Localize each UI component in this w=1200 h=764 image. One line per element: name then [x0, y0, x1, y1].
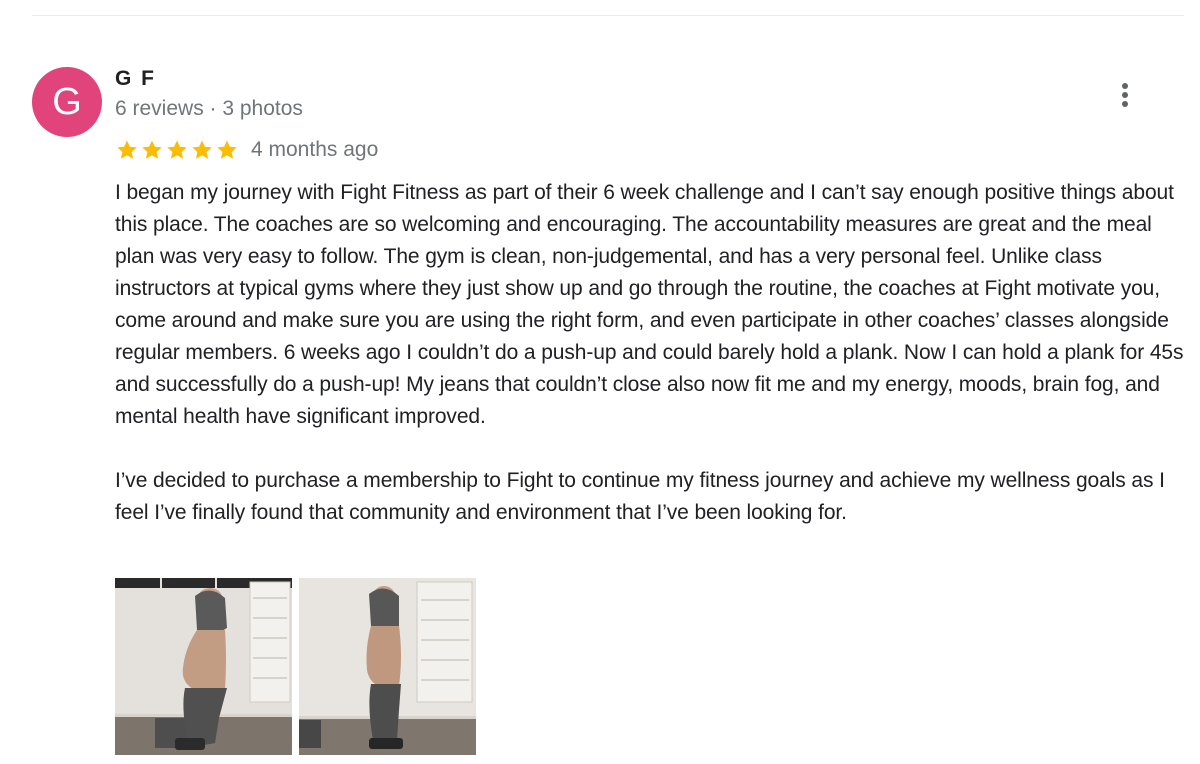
- more-options-button[interactable]: [1110, 78, 1140, 112]
- review-text: I began my journey with Fight Fitness as…: [115, 177, 1185, 529]
- review-photo-after[interactable]: [299, 578, 476, 755]
- review-paragraph: I began my journey with Fight Fitness as…: [115, 181, 1184, 428]
- review-photo-before[interactable]: [115, 578, 292, 755]
- star-rating: [115, 138, 239, 162]
- star-icon: [192, 140, 212, 159]
- rating-row: 4 months ago: [115, 136, 378, 164]
- star-icon: [117, 140, 137, 159]
- review-time: 4 months ago: [251, 138, 379, 161]
- divider: [32, 15, 1184, 16]
- avatar[interactable]: G: [32, 67, 102, 137]
- review-card: G G F 6 reviews · 3 photos 4 months ago …: [0, 0, 1200, 764]
- review-paragraph: I’ve decided to purchase a membership to…: [115, 469, 1165, 524]
- star-icon: [217, 140, 237, 159]
- star-icon: [167, 140, 187, 159]
- star-icon: [142, 140, 162, 159]
- author-name[interactable]: G F: [115, 66, 156, 92]
- author-meta: 6 reviews · 3 photos: [115, 97, 303, 120]
